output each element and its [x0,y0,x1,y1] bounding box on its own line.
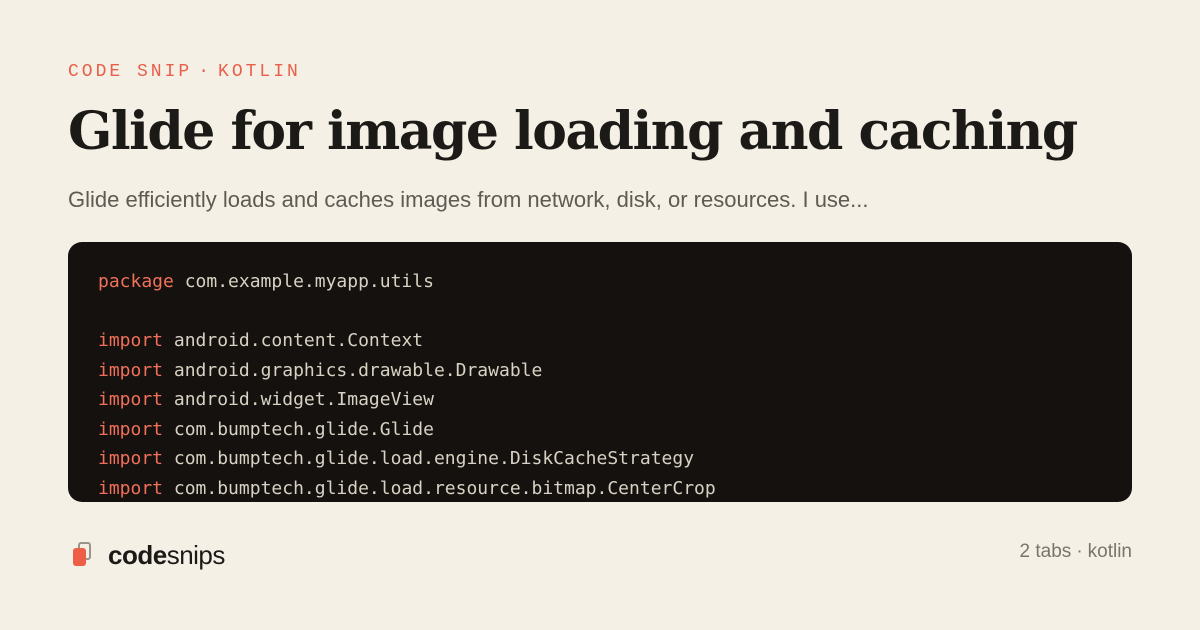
code-keyword: package [98,271,174,292]
brand-wordmark-regular: snips [166,539,226,570]
snippet-meta: 2 tabs · kotlin [1020,541,1132,563]
code-line: import android.widget.ImageView [98,385,716,415]
code-block: package com.example.myapp.utils import a… [68,242,1132,502]
code-keyword: import [98,359,164,381]
code-keyword: import [98,330,164,351]
code-text: android.content.Context [163,330,424,351]
brand-wordmark: codesnips [108,540,225,571]
eyebrow: CODE SNIP · KOTLIN [68,62,301,82]
code-text: com.bumptech.glide.load.resource.bitmap.… [163,477,716,499]
code-line: import android.graphics.drawable.Drawabl… [98,356,716,386]
code-text: com.bumptech.glide.load.engine.DiskCache… [163,448,695,469]
eyebrow-label: CODE SNIP [68,62,193,82]
eyebrow-separator: · [198,62,213,82]
language-label: kotlin [1087,541,1132,562]
code-line: package com.example.myapp.utils [98,267,716,297]
page-title: Glide for image loading and caching [68,101,1078,162]
code-text: com.example.myapp.utils [173,271,434,292]
code-keyword: import [98,389,164,410]
code-line: import com.bumptech.glide.load.resource.… [98,474,716,503]
code-keyword: import [98,448,164,469]
code-text: com.bumptech.glide.Glide [163,418,434,440]
eyebrow-language: KOTLIN [218,62,301,82]
logo-card-front [73,548,86,566]
code-line: import android.content.Context [98,326,716,356]
brand-wordmark-bold: code [108,539,167,570]
snippet-description: Glide efficiently loads and caches image… [68,187,869,212]
brand-logo[interactable]: codesnips [72,540,225,570]
code-line: import com.bumptech.glide.load.engine.Di… [98,444,716,474]
code-text: android.widget.ImageView [163,389,434,410]
code-line: import com.bumptech.glide.Glide [98,415,716,445]
code-keyword: import [98,477,164,499]
meta-separator: · [1076,541,1083,562]
tab-count: 2 tabs [1019,541,1072,562]
code-text: android.graphics.drawable.Drawable [163,359,543,381]
stacked-cards-icon [72,542,94,568]
code-lines: package com.example.myapp.utils import a… [98,267,716,502]
code-keyword: import [98,418,164,440]
